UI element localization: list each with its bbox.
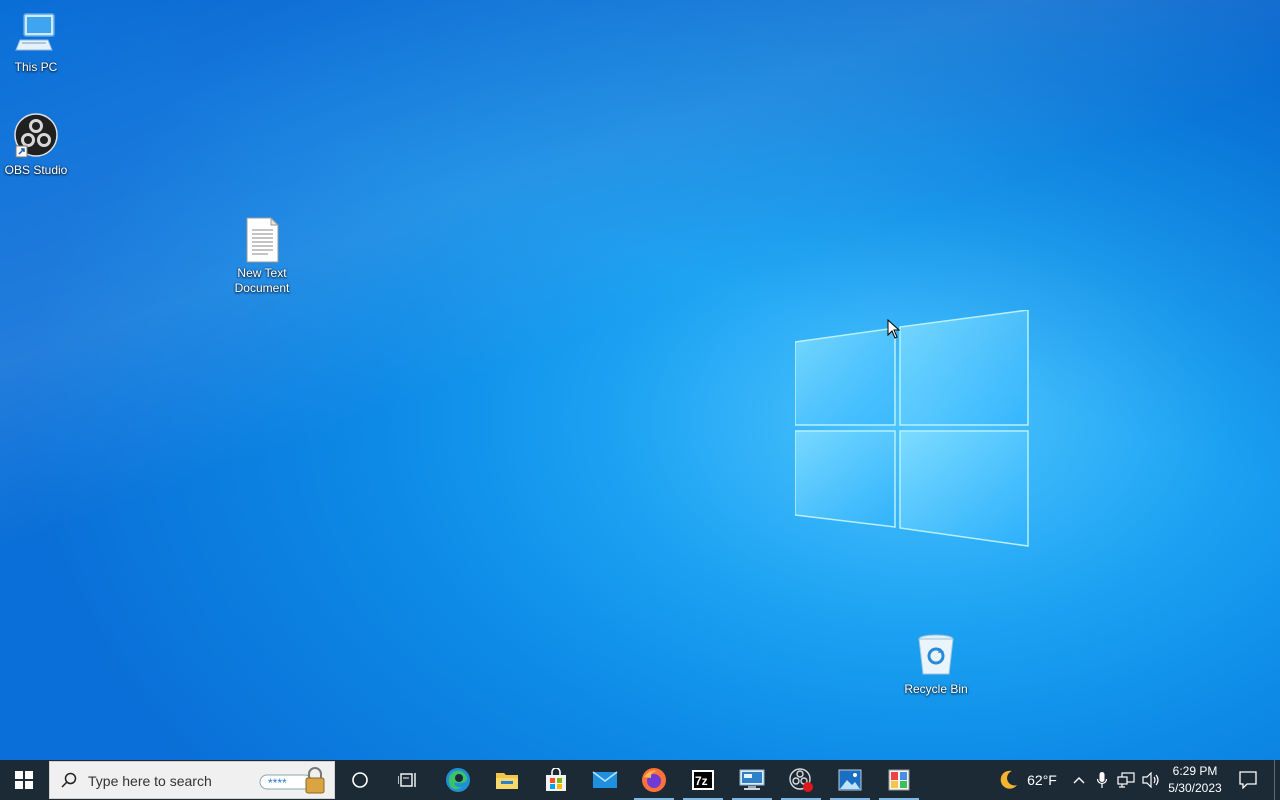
desktop-icon-label: Recycle Bin	[904, 682, 968, 696]
obs-taskbar-icon	[789, 768, 813, 792]
search-placeholder: Type here to search	[88, 773, 212, 789]
remote-desktop-icon	[739, 769, 765, 790]
desktop-icon-label: OBS Studio	[4, 163, 68, 177]
weather-temperature: 62°F	[1027, 772, 1057, 788]
taskbar: Type here to search **** 7z 62°F 6:29 PM…	[0, 760, 1280, 800]
windows-logo-wallpaper	[795, 310, 1029, 547]
mouse-cursor-icon	[887, 319, 901, 339]
taskbar-clock[interactable]: 6:29 PM 5/30/2023	[1164, 763, 1226, 797]
taskbar-firefox[interactable]	[630, 760, 678, 800]
show-desktop-button[interactable]	[1274, 760, 1275, 800]
task-view-icon	[398, 773, 416, 787]
chevron-up-icon	[1073, 777, 1085, 784]
store-icon	[546, 768, 566, 791]
taskbar-mail[interactable]	[581, 760, 629, 800]
desktop-icon-this-pc[interactable]: This PC	[0, 10, 74, 75]
taskbar-photos[interactable]	[826, 760, 874, 800]
search-icon	[61, 772, 77, 788]
photos-icon	[838, 769, 862, 791]
desktop-icon-label: New Text Document	[234, 266, 290, 295]
cortana-icon	[352, 772, 368, 788]
taskbar-7zip[interactable]: 7z	[679, 760, 727, 800]
notification-icon	[1239, 771, 1257, 789]
taskbar-microsoft-store[interactable]	[532, 760, 580, 800]
network-icon	[1117, 772, 1135, 788]
moon-icon	[1000, 770, 1018, 789]
action-center-button[interactable]	[1232, 760, 1264, 800]
start-button[interactable]	[0, 760, 48, 800]
desktop-icon-label: This PC	[14, 60, 58, 74]
volume-tray[interactable]	[1140, 760, 1162, 800]
taskbar-remote-desktop[interactable]	[728, 760, 776, 800]
recycle-bin-icon	[912, 632, 960, 680]
show-hidden-icons-button[interactable]	[1068, 760, 1090, 800]
desktop: This PC OBS Studio New Text Document Rec…	[0, 0, 1280, 760]
file-explorer-icon	[496, 773, 518, 789]
wallpaper-light-beam	[0, 0, 1280, 760]
weather-widget[interactable]: 62°F	[992, 760, 1062, 800]
control-panel-icon	[888, 769, 910, 791]
text-document-icon	[238, 216, 286, 264]
taskbar-file-explorer[interactable]	[483, 760, 531, 800]
svg-text:****: ****	[268, 776, 287, 790]
this-pc-icon	[12, 10, 60, 58]
mail-icon	[592, 771, 618, 788]
7zip-icon: 7z	[692, 770, 714, 790]
speaker-icon	[1142, 772, 1159, 788]
taskbar-edge[interactable]	[434, 760, 482, 800]
clock-time: 6:29 PM	[1172, 764, 1218, 778]
desktop-icon-new-text-document[interactable]: New Text Document	[224, 216, 300, 296]
firefox-icon	[642, 768, 666, 792]
network-tray[interactable]	[1114, 760, 1138, 800]
task-view-button[interactable]	[384, 760, 432, 800]
desktop-icon-obs-studio[interactable]: OBS Studio	[0, 113, 74, 178]
password-lock-icon: ****	[259, 767, 325, 794]
start-icon	[15, 771, 33, 789]
edge-icon	[446, 768, 470, 792]
cortana-button[interactable]	[336, 760, 384, 800]
microphone-tray[interactable]	[1092, 760, 1112, 800]
taskbar-obs-studio[interactable]	[777, 760, 825, 800]
clock-date: 5/30/2023	[1168, 781, 1222, 795]
taskbar-search-box[interactable]: Type here to search ****	[49, 761, 335, 799]
taskbar-control-panel[interactable]	[875, 760, 923, 800]
obs-studio-icon	[12, 113, 60, 161]
desktop-icon-recycle-bin[interactable]: Recycle Bin	[898, 632, 974, 697]
microphone-icon	[1097, 772, 1107, 788]
svg-text:7z: 7z	[695, 774, 708, 788]
